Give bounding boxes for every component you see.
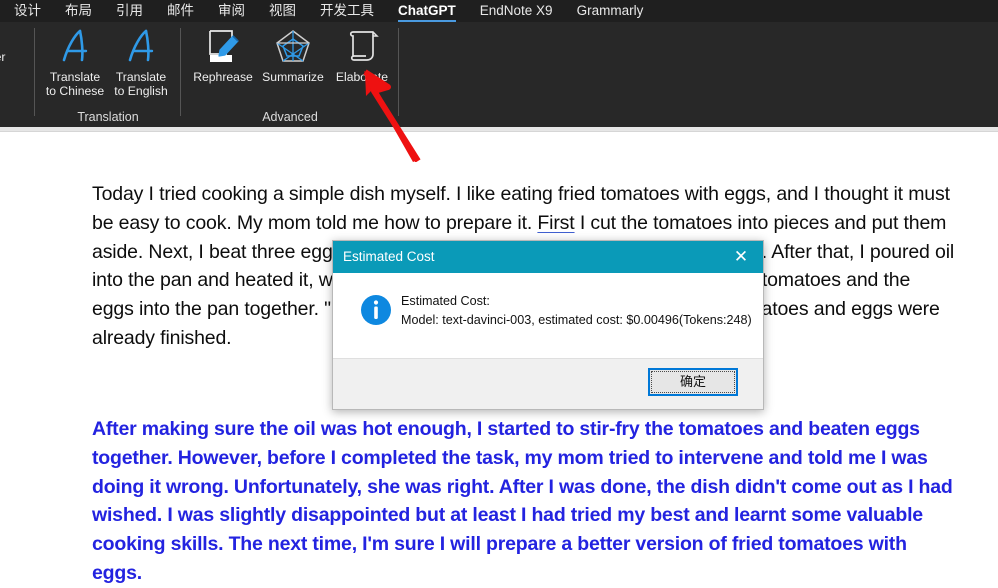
- tab-developer[interactable]: 开发工具: [320, 0, 374, 22]
- dialog-message: Estimated Cost: Model: text-davinci-003,…: [401, 292, 752, 330]
- dialog-message-line-1: Estimated Cost:: [401, 294, 490, 308]
- pentagon-web-icon: [258, 26, 328, 68]
- close-icon[interactable]: ✕: [719, 241, 763, 273]
- grammar-marked-word[interactable]: First: [537, 212, 574, 234]
- ribbon-button-translate-to-english-label: Translate to English: [114, 70, 168, 98]
- ribbon-group-label-advanced: Advanced: [262, 110, 318, 124]
- dialog-title-text: Estimated Cost: [343, 249, 435, 264]
- tab-layout[interactable]: 布局: [65, 0, 92, 22]
- ribbon-button-elaborate[interactable]: Elaborate: [328, 26, 396, 84]
- estimated-cost-dialog: Estimated Cost ✕ Estimated Cost: Model: …: [332, 240, 764, 410]
- letter-a-translate-icon: [108, 26, 174, 68]
- ribbon-button-summarize[interactable]: Summarize: [258, 26, 328, 84]
- ribbon-button-rephrease[interactable]: Rephrease: [188, 26, 258, 84]
- ribbon-button-elaborate-label: Elaborate: [335, 70, 389, 84]
- pencil-edit-icon: [188, 26, 258, 68]
- info-icon: [360, 294, 392, 326]
- focus-outline: [651, 371, 735, 393]
- dialog-footer: 确定: [333, 358, 763, 409]
- ribbon-button-translate-to-chinese-label: Translate to Chinese: [45, 70, 105, 98]
- group-separator-2: [180, 28, 181, 116]
- tab-references[interactable]: 引用: [116, 0, 143, 22]
- ribbon-button-rephrease-label: Rephrease: [193, 70, 253, 84]
- tab-view[interactable]: 视图: [269, 0, 296, 22]
- tab-grammarly[interactable]: Grammarly: [577, 0, 644, 22]
- tab-design[interactable]: 设计: [14, 0, 41, 22]
- ribbon-tab-bar: 设计 布局 引用 邮件 审阅 视图 开发工具 ChatGPT EndNote X…: [0, 0, 998, 22]
- ribbon-button-translate-to-chinese[interactable]: Translate to Chinese: [42, 26, 108, 98]
- ok-button[interactable]: 确定: [648, 368, 738, 396]
- ribbon-panel: mer s Translate to Chinese: [0, 22, 998, 127]
- group-separator-3: [398, 28, 399, 116]
- ribbon-item-clipped[interactable]: mer s: [0, 50, 28, 78]
- tab-endnote-x9[interactable]: EndNote X9: [480, 0, 553, 22]
- document-paragraph-2[interactable]: After making sure the oil was hot enough…: [92, 415, 957, 588]
- ribbon-button-translate-to-english[interactable]: Translate to English: [108, 26, 174, 98]
- ribbon-item-clipped-label: mer s: [0, 50, 6, 64]
- dialog-message-line-2: Model: text-davinci-003, estimated cost:…: [401, 313, 752, 327]
- dialog-body: Estimated Cost: Model: text-davinci-003,…: [333, 273, 763, 360]
- tab-review[interactable]: 审阅: [218, 0, 245, 22]
- scroll-icon: [328, 26, 396, 68]
- tab-chatgpt[interactable]: ChatGPT: [398, 0, 456, 22]
- ribbon-button-summarize-label: Summarize: [262, 70, 324, 84]
- tab-mailings[interactable]: 邮件: [167, 0, 194, 22]
- ribbon-group-label-translation: Translation: [77, 110, 139, 124]
- group-separator-1: [34, 28, 35, 116]
- letter-a-translate-icon: [42, 26, 108, 68]
- dialog-title-bar[interactable]: Estimated Cost ✕: [333, 241, 763, 273]
- word-application-window: 设计 布局 引用 邮件 审阅 视图 开发工具 ChatGPT EndNote X…: [0, 0, 998, 588]
